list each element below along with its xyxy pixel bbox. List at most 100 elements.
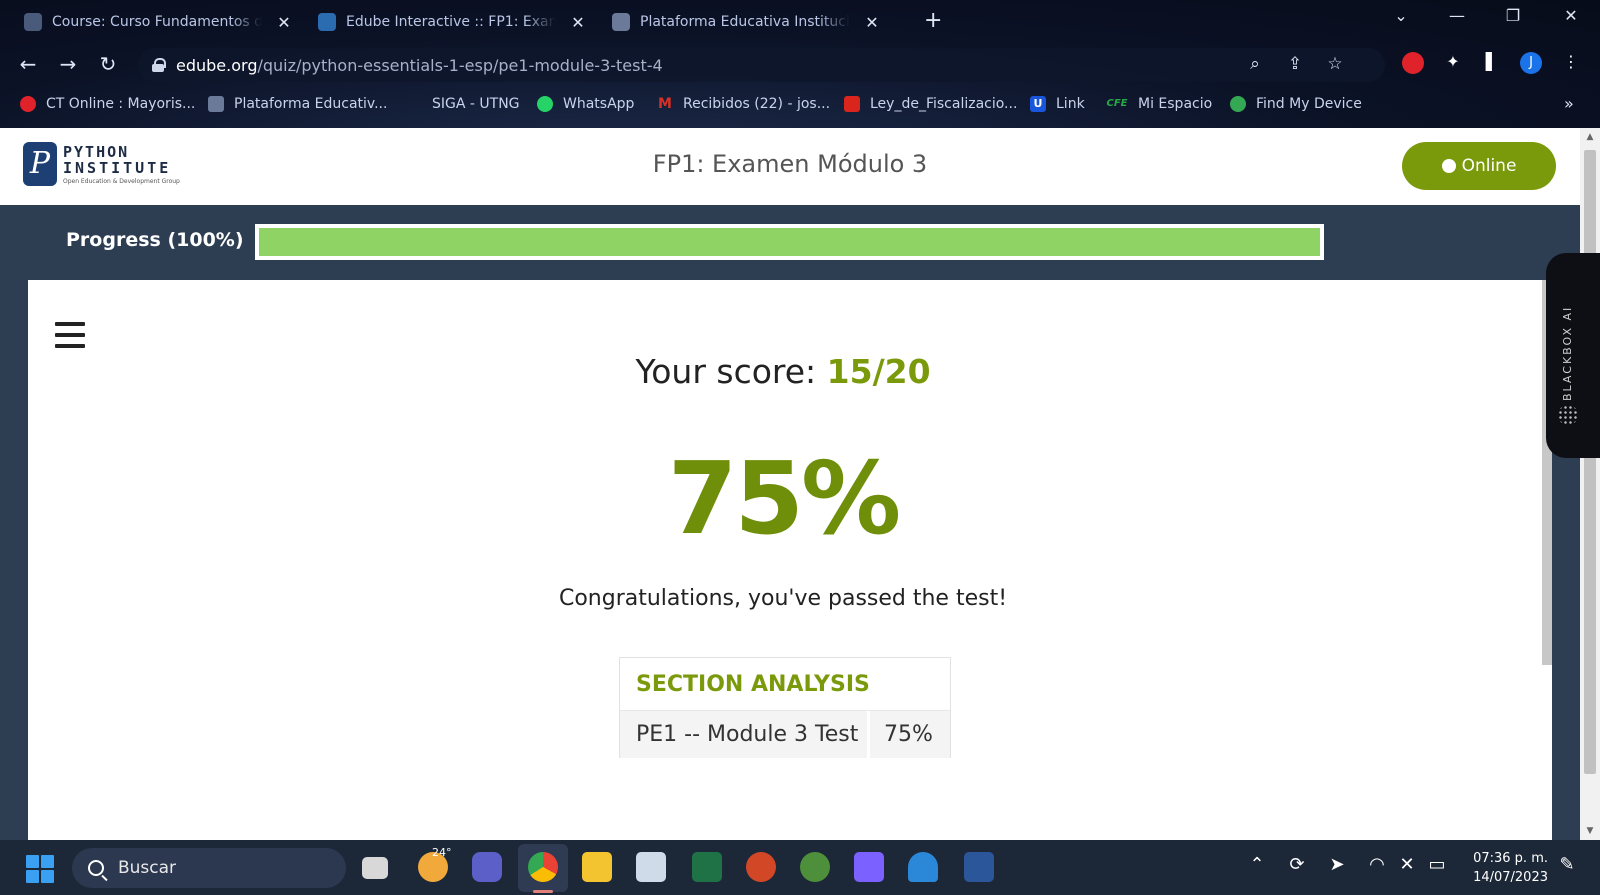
window-scrollbar[interactable]: ▲ ▼	[1580, 128, 1600, 840]
kebab-menu-icon[interactable]: ⋮	[1560, 52, 1582, 74]
url-host: edube.org	[176, 55, 258, 75]
bookmark-siga[interactable]: SIGA - UTNG	[406, 96, 520, 112]
bookmark-label: WhatsApp	[563, 96, 635, 112]
bookmark-link[interactable]: U Link	[1030, 96, 1085, 112]
tab-plataforma[interactable]: Plataforma Educativa Institucional ✕	[612, 8, 880, 36]
scroll-down-arrow-icon[interactable]: ▼	[1580, 826, 1600, 836]
online-label: Online	[1461, 156, 1517, 176]
wifi-icon[interactable]: ◠	[1366, 854, 1388, 875]
ct-favicon-icon	[20, 96, 36, 112]
page-title: FP1: Examen Módulo 3	[652, 150, 928, 178]
clock-date: 14/07/2023	[1473, 870, 1548, 885]
restore-icon[interactable]: ❐	[1498, 6, 1528, 25]
bookmark-plataforma[interactable]: Plataforma Educativ...	[208, 96, 387, 112]
bookmark-star-icon[interactable]: ☆	[1324, 54, 1346, 74]
pdf-icon	[844, 96, 860, 112]
reload-icon[interactable]: ↻	[94, 52, 122, 76]
tab-search-chevron-icon[interactable]: ⌄	[1386, 6, 1416, 25]
bookmark-label: Mi Espacio	[1138, 96, 1213, 112]
score-prefix: Your score:	[635, 352, 827, 391]
scrollbar-thumb[interactable]	[1584, 150, 1596, 774]
active-indicator	[533, 890, 553, 893]
tab-title: Course: Curso Fundamentos de P	[52, 14, 262, 30]
chrome-icon[interactable]	[528, 852, 558, 882]
vectorize-icon[interactable]	[854, 852, 884, 882]
windows-taskbar: Buscar 24° ⌃ ⟳ ➤ ◠ ✕ ▭ 07:36 p. m. 14/07…	[0, 840, 1600, 895]
url-path: /quiz/python-essentials-1-esp/pe1-module…	[257, 55, 663, 75]
zoom-icon[interactable]: ⌕	[1244, 54, 1266, 74]
notification-icon[interactable]: ✎	[1556, 854, 1578, 875]
window-close-icon[interactable]: ✕	[1556, 6, 1586, 25]
back-arrow-icon[interactable]: ←	[14, 52, 42, 76]
gmail-icon: M	[658, 96, 672, 112]
bookmarks-overflow-button[interactable]: »	[1564, 94, 1574, 113]
platform-favicon-icon	[612, 13, 630, 31]
search-placeholder: Buscar	[118, 858, 177, 878]
online-status-button[interactable]: Online	[1402, 142, 1556, 190]
address-bar[interactable]: edube.org /quiz/python-essentials-1-esp/…	[138, 48, 1385, 82]
blackbox-ai-widget[interactable]: BLACKBOX AI	[1546, 253, 1600, 458]
weather-temp: 24°	[432, 846, 452, 859]
pass-message: Congratulations, you've passed the test!	[558, 586, 1008, 611]
virtualbox-icon[interactable]	[636, 852, 666, 882]
close-icon[interactable]: ✕	[864, 13, 880, 32]
siga-favicon-icon	[406, 96, 422, 112]
search-icon	[88, 860, 104, 876]
tab-title: Plataforma Educativa Institucional	[640, 14, 850, 30]
cfe-favicon-icon: CFE	[1106, 98, 1128, 109]
task-view-icon[interactable]	[362, 857, 388, 879]
tab-title: Edube Interactive :: FP1: Examen	[346, 14, 556, 30]
close-icon[interactable]: ✕	[570, 13, 586, 32]
word-icon[interactable]	[964, 852, 994, 882]
table-row: PE1 -- Module 3 Test 75%	[620, 710, 950, 758]
bookmark-whatsapp[interactable]: WhatsApp	[537, 96, 634, 112]
battery-icon[interactable]: ▭	[1426, 854, 1448, 875]
send-icon[interactable]: ➤	[1326, 854, 1348, 875]
taskbar-search[interactable]: Buscar	[72, 848, 346, 888]
profile-avatar[interactable]: J	[1520, 52, 1542, 74]
volume-muted-icon[interactable]: ✕	[1396, 854, 1418, 875]
bookmarks-bar: CT Online : Mayoris... Plataforma Educat…	[0, 92, 1600, 120]
section-percent: 75%	[884, 722, 933, 747]
bookmark-label: CT Online : Mayoris...	[46, 96, 196, 112]
cloud-app-icon[interactable]	[908, 852, 938, 882]
forward-arrow-icon[interactable]: →	[54, 52, 82, 76]
close-icon[interactable]: ✕	[276, 13, 292, 32]
bookmark-gmail[interactable]: M Recibidos (22) - jos...	[657, 96, 830, 112]
extensions-puzzle-icon[interactable]: ✦	[1442, 52, 1464, 74]
tab-strip: Course: Curso Fundamentos de P ✕ Edube I…	[0, 0, 1600, 42]
system-clock[interactable]: 07:36 p. m. 14/07/2023	[1462, 849, 1548, 887]
tray-chevron-up-icon[interactable]: ⌃	[1246, 854, 1268, 875]
bookmark-mi-espacio[interactable]: CFE Mi Espacio	[1106, 96, 1212, 112]
result-card: Your score: 15/20 75% Congratulations, y…	[28, 280, 1552, 840]
browser-toolbar: ← → ↻ edube.org /quiz/python-essentials-…	[0, 46, 1600, 84]
windows-start-icon[interactable]	[26, 855, 54, 883]
status-dot-icon	[1441, 159, 1456, 173]
side-panel-icon[interactable]: ▌	[1481, 52, 1503, 74]
page-content: P PYTHON INSTITUTE Open Education & Deve…	[0, 128, 1580, 840]
link-favicon-icon: U	[1030, 96, 1046, 112]
excel-icon[interactable]	[692, 852, 722, 882]
extension-adblock-icon[interactable]	[1402, 52, 1424, 74]
scroll-up-arrow-icon[interactable]: ▲	[1580, 132, 1600, 142]
teams-icon[interactable]	[472, 852, 502, 882]
bookmark-find-my-device[interactable]: Find My Device	[1230, 96, 1362, 112]
powerpoint-icon[interactable]	[746, 852, 776, 882]
hamburger-menu-icon[interactable]	[55, 322, 85, 348]
bookmark-ct-online[interactable]: CT Online : Mayoris...	[20, 96, 195, 112]
cisco-favicon-icon	[24, 13, 42, 31]
bookmark-label: Ley_de_Fiscalizacio...	[870, 96, 1018, 112]
tab-course[interactable]: Course: Curso Fundamentos de P ✕	[24, 8, 292, 36]
bookmark-ley[interactable]: Ley_de_Fiscalizacio...	[844, 96, 1017, 112]
browser-chrome: Course: Curso Fundamentos de P ✕ Edube I…	[0, 0, 1600, 128]
tab-edube[interactable]: Edube Interactive :: FP1: Examen ✕	[318, 8, 586, 36]
clock-time: 07:36 p. m.	[1473, 851, 1548, 866]
app-icon[interactable]	[800, 852, 830, 882]
section-analysis-heading: SECTION ANALYSIS	[636, 671, 870, 697]
score-line: Your score: 15/20	[28, 352, 1538, 391]
sync-icon[interactable]: ⟳	[1286, 854, 1308, 875]
new-tab-button[interactable]: +	[924, 8, 942, 33]
minimize-icon[interactable]: —	[1442, 6, 1472, 25]
file-explorer-icon[interactable]	[582, 852, 612, 882]
share-icon[interactable]: ⇪	[1284, 54, 1306, 74]
